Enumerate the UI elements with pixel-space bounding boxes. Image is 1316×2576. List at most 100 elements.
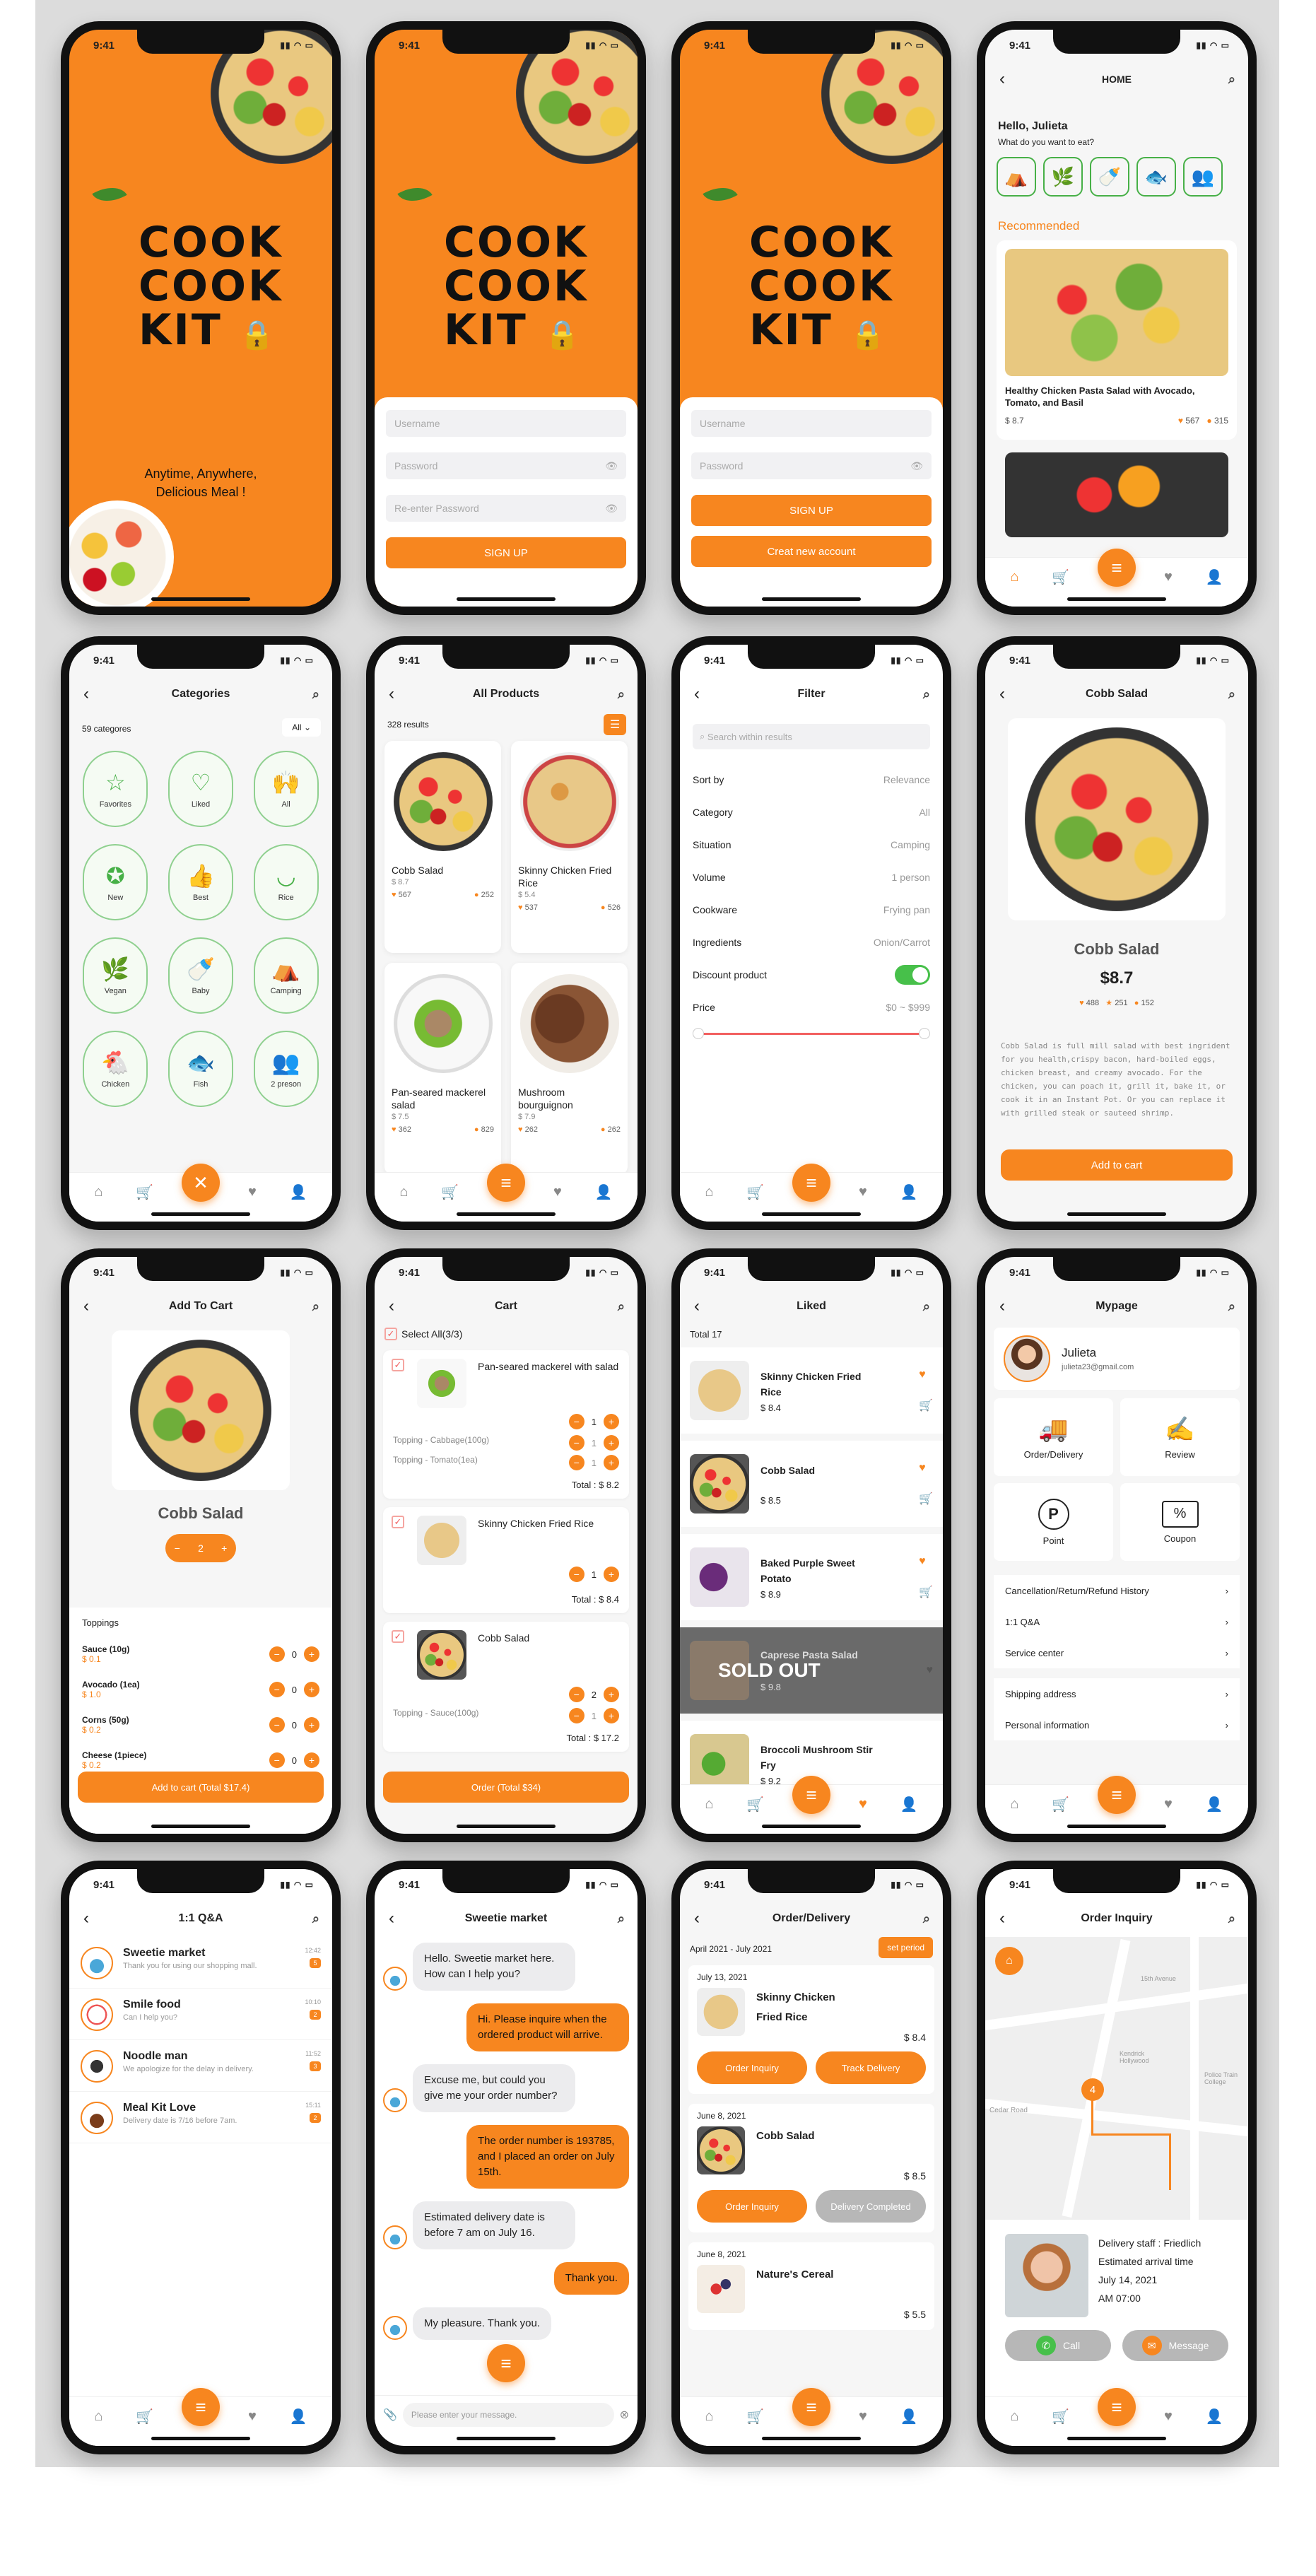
category-camping[interactable]: ⛺ Camping xyxy=(253,937,319,1014)
search-icon[interactable]: ⌕ xyxy=(312,687,319,702)
menu-item[interactable]: Personal information › xyxy=(994,1709,1240,1740)
password-field[interactable]: Password 👁 xyxy=(386,452,626,479)
menu-item[interactable]: Shipping address › xyxy=(994,1678,1240,1709)
home-icon[interactable]: ⌂ xyxy=(94,1184,102,1200)
password-field[interactable]: Password 👁 xyxy=(691,452,932,479)
signup-button[interactable]: SIGN UP xyxy=(691,495,932,526)
product-card[interactable]: Pan-seared mackerel salad $ 7.5 ♥ 362 ● 829 xyxy=(384,963,501,1175)
heart-icon[interactable]: ♥ xyxy=(859,1796,867,1813)
search-icon[interactable]: ⌕ xyxy=(618,1911,625,1926)
back-icon[interactable]: ‹ xyxy=(999,69,1005,89)
order-delivery-button[interactable]: 🚚 Order/Delivery xyxy=(994,1398,1113,1476)
heart-icon[interactable]: ♥ xyxy=(859,2408,867,2425)
menu-fab[interactable]: ≡ xyxy=(1098,2388,1136,2426)
heart-icon[interactable]: ♥ xyxy=(553,1184,562,1200)
cart-icon[interactable]: 🛒 xyxy=(919,1585,933,1599)
cart-icon[interactable]: 🛒 xyxy=(746,1183,764,1201)
heart-icon[interactable]: ♥ xyxy=(1164,2408,1173,2425)
heart-icon[interactable]: ♥ xyxy=(1164,569,1173,585)
back-icon[interactable]: ‹ xyxy=(389,1296,394,1316)
people-icon[interactable]: 👥 xyxy=(1183,157,1223,197)
category-baby[interactable]: 🍼 Baby xyxy=(168,937,233,1014)
search-icon[interactable]: ⌕ xyxy=(923,1299,930,1314)
username-field[interactable]: Username xyxy=(386,410,626,437)
home-icon[interactable]: ⌂ xyxy=(1010,2408,1018,2425)
fish-icon[interactable]: 🐟 xyxy=(1136,157,1176,197)
profile-icon[interactable]: 👤 xyxy=(900,1796,918,1813)
plus-button[interactable]: + xyxy=(604,1687,619,1702)
minus-button[interactable]: − xyxy=(568,1567,584,1582)
filter-row[interactable]: Volume 1 person xyxy=(693,861,930,894)
cart-icon[interactable]: 🛒 xyxy=(441,1183,459,1201)
message-input[interactable]: Please enter your message. xyxy=(402,2402,614,2427)
vegan-icon[interactable]: 🌿 xyxy=(1043,157,1083,197)
minus-button[interactable]: − xyxy=(568,1687,584,1702)
category-vegan[interactable]: 🌿 Vegan xyxy=(83,937,148,1014)
cart-icon[interactable]: 🛒 xyxy=(919,1492,933,1506)
back-icon[interactable]: ‹ xyxy=(83,1909,89,1928)
checkbox-icon[interactable]: ✓ xyxy=(392,1359,404,1371)
home-icon[interactable]: ⌂ xyxy=(705,2408,713,2425)
profile-icon[interactable]: 👤 xyxy=(1206,568,1223,586)
plus-button[interactable]: + xyxy=(304,1646,319,1662)
filter-row[interactable]: Ingredients Onion/Carrot xyxy=(693,926,930,959)
order-inquiry-button[interactable]: Order Inquiry xyxy=(697,2190,807,2223)
search-icon[interactable]: ⌕ xyxy=(923,1911,930,1926)
menu-item[interactable]: Service center › xyxy=(994,1637,1240,1668)
product-card[interactable]: Cobb Salad $ 8.7 ♥ 567 ● 252 xyxy=(384,741,501,953)
profile-icon[interactable]: 👤 xyxy=(1206,1796,1223,1813)
profile-icon[interactable]: 👤 xyxy=(900,2408,918,2425)
category-all[interactable]: 🙌 All xyxy=(253,751,319,827)
message-button[interactable]: ✉ Message xyxy=(1122,2330,1228,2361)
home-icon[interactable]: ⌂ xyxy=(1010,569,1018,585)
home-icon[interactable]: ⌂ xyxy=(399,1184,408,1200)
cart-icon[interactable]: 🛒 xyxy=(136,1183,153,1201)
menu-fab[interactable]: ≡ xyxy=(1098,1776,1136,1814)
coupon-button[interactable]: % Coupon xyxy=(1120,1483,1240,1561)
menu-item[interactable]: Cancellation/Return/Refund History › xyxy=(994,1575,1240,1606)
category-fish[interactable]: 🐟 Fish xyxy=(168,1031,233,1107)
username-field[interactable]: Username xyxy=(691,410,932,437)
search-icon[interactable]: ⌕ xyxy=(1228,687,1235,702)
menu-fab[interactable]: ≡ xyxy=(487,2344,525,2382)
plus-button[interactable]: + xyxy=(604,1414,619,1429)
price-slider[interactable] xyxy=(693,1026,930,1041)
checkbox-icon[interactable]: ✓ xyxy=(392,1630,404,1643)
menu-fab[interactable]: ≡ xyxy=(792,1776,830,1814)
profile-icon[interactable]: 👤 xyxy=(290,1183,307,1201)
profile-icon[interactable]: 👤 xyxy=(900,1183,918,1201)
back-icon[interactable]: ‹ xyxy=(389,1909,394,1928)
qa-thread[interactable]: Meal Kit Love Delivery date is 7/16 befor… xyxy=(69,2092,332,2143)
back-icon[interactable]: ‹ xyxy=(694,684,700,704)
home-icon[interactable]: ⌂ xyxy=(705,1796,713,1813)
search-icon[interactable]: ⌕ xyxy=(1228,1299,1235,1314)
profile-icon[interactable]: 👤 xyxy=(595,1183,613,1201)
baby-icon[interactable]: 🍼 xyxy=(1090,157,1129,197)
filter-row[interactable]: Cookware Frying pan xyxy=(693,894,930,926)
category-2-person[interactable]: 👥 2 preson xyxy=(253,1031,319,1107)
search-icon[interactable]: ⌕ xyxy=(312,1911,319,1926)
product-card[interactable]: Skinny Chicken Fried Rice $ 5.4 ♥ 537 ● 526 xyxy=(511,741,628,953)
track-delivery-button[interactable]: Track Delivery xyxy=(816,2051,926,2084)
search-icon[interactable]: ⌕ xyxy=(618,687,625,702)
back-icon[interactable]: ‹ xyxy=(694,1296,700,1316)
minus-button[interactable]: − xyxy=(269,1717,285,1733)
delivery-map[interactable]: 15th Avenue Kendrick Hollywood Police Tr… xyxy=(985,1937,1248,2220)
search-icon[interactable]: ⌕ xyxy=(1228,72,1235,87)
search-icon[interactable]: ⌕ xyxy=(312,1299,319,1314)
qa-thread[interactable]: Smile food Can I help you? 10:10 2 xyxy=(69,1989,332,2040)
heart-icon[interactable]: ♥ xyxy=(248,1184,257,1200)
heart-icon[interactable]: ♥ xyxy=(919,1555,933,1568)
minus-button[interactable]: − xyxy=(568,1414,584,1429)
menu-fab[interactable]: ≡ xyxy=(487,1164,525,1202)
category-filter[interactable]: All ⌄ xyxy=(282,718,321,737)
call-button[interactable]: ✆ Call xyxy=(1005,2330,1111,2361)
heart-icon[interactable]: ♥ xyxy=(248,2408,257,2425)
filter-row[interactable]: Category All xyxy=(693,796,930,829)
minus-button[interactable]: − xyxy=(269,1682,285,1697)
qa-thread[interactable]: Sweetie market Thank you for using our sh… xyxy=(69,1937,332,1989)
minus-button[interactable]: − xyxy=(269,1752,285,1768)
back-icon[interactable]: ‹ xyxy=(694,1909,700,1928)
back-icon[interactable]: ‹ xyxy=(83,684,89,704)
filter-icon[interactable]: ☰ xyxy=(604,714,626,735)
